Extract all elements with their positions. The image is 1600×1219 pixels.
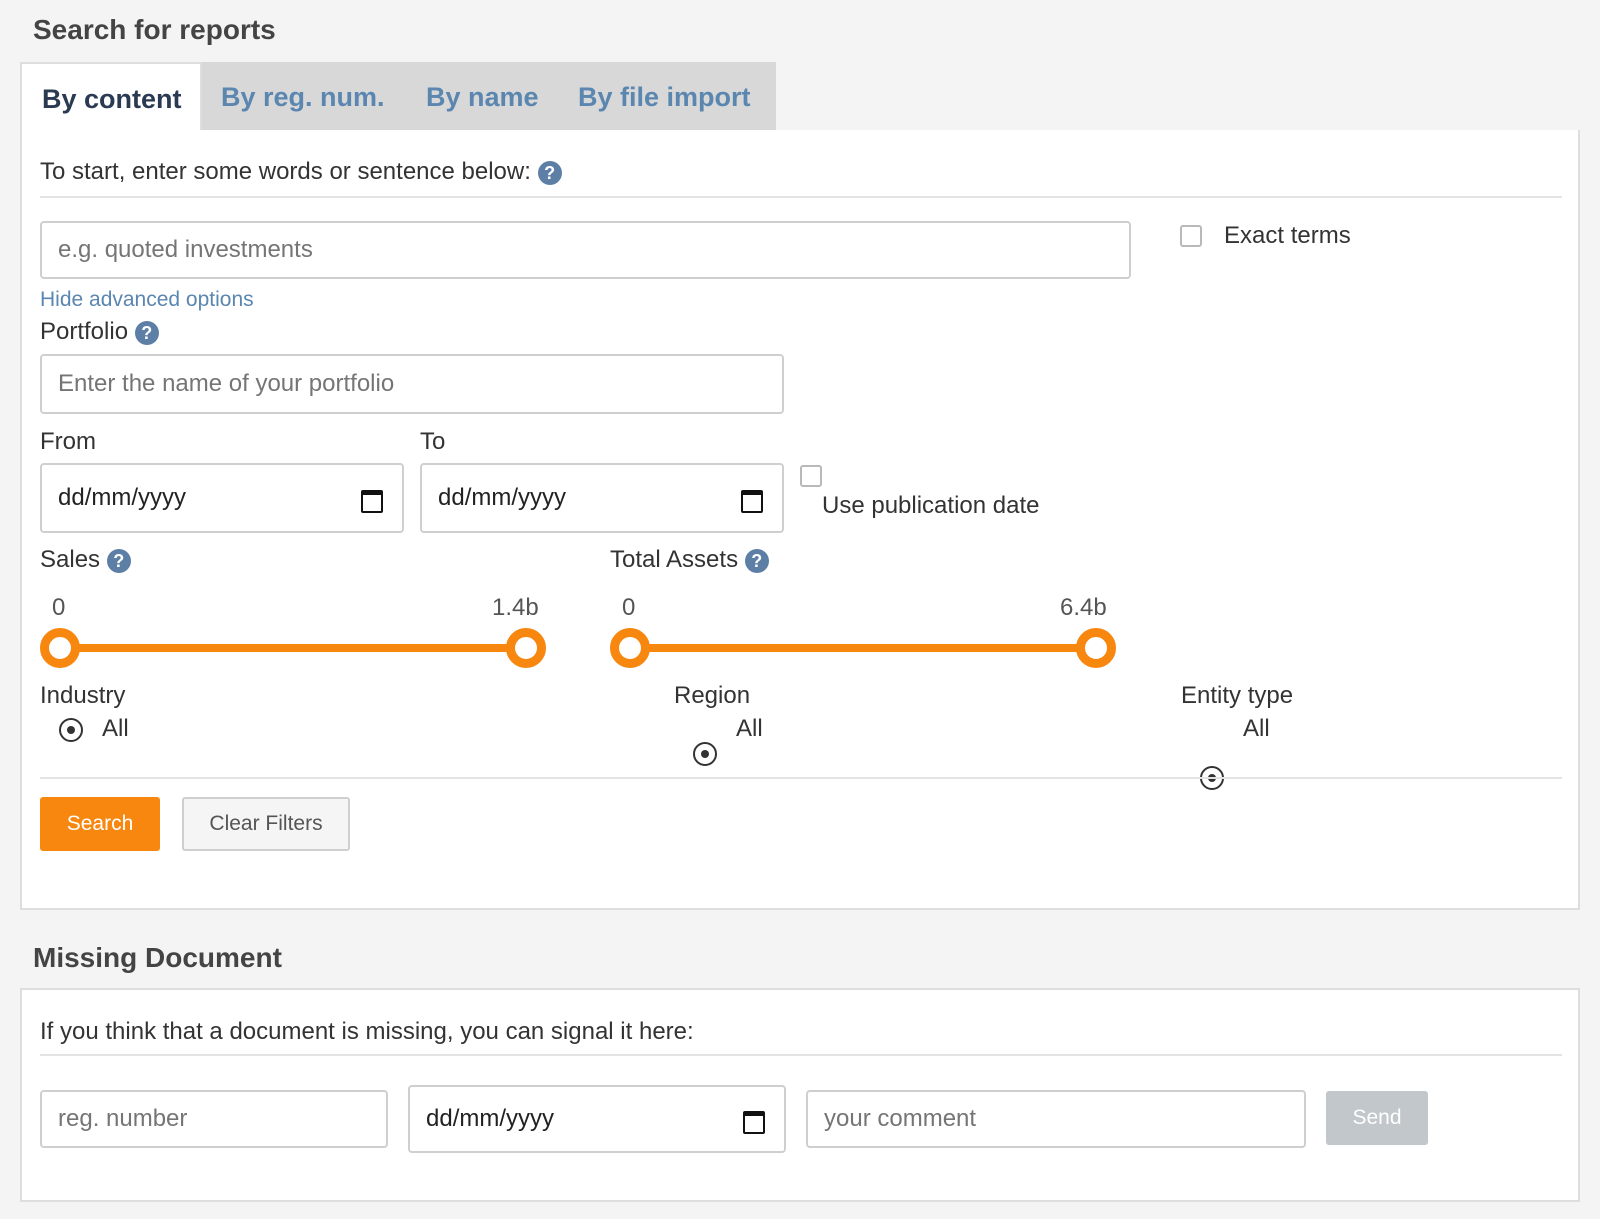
to-label: To xyxy=(420,428,446,455)
tab-by-file-import[interactable]: By file import xyxy=(578,62,751,132)
search-intro-text: To start, enter some words or sentence b… xyxy=(40,158,531,185)
search-section-title: Search for reports xyxy=(33,14,276,45)
from-date-value: dd/mm/yyyy xyxy=(58,484,187,511)
to-date-input[interactable]: dd/mm/yyyy xyxy=(420,463,784,533)
divider xyxy=(40,196,1562,198)
total-assets-label: Total Assets xyxy=(610,546,739,573)
comment-input[interactable] xyxy=(806,1090,1306,1148)
sales-slider-track[interactable] xyxy=(60,644,526,652)
industry-all-label: All xyxy=(102,715,129,742)
industry-all-radio[interactable] xyxy=(59,718,83,742)
from-label: From xyxy=(40,428,96,455)
missing-intro-text: If you think that a document is missing,… xyxy=(40,1018,694,1045)
help-icon[interactable]: ? xyxy=(744,548,769,573)
region-all-label: All xyxy=(736,715,763,742)
divider xyxy=(40,1054,1562,1056)
exact-terms-checkbox[interactable] xyxy=(1180,225,1202,247)
sales-label-row: Sales ? xyxy=(40,546,131,574)
divider xyxy=(40,777,1562,779)
from-date-input[interactable]: dd/mm/yyyy xyxy=(40,463,404,533)
total-assets-max-handle[interactable] xyxy=(1076,628,1116,668)
sales-min-handle[interactable] xyxy=(40,628,80,668)
sales-max-value: 1.4b xyxy=(492,594,539,621)
industry-label: Industry xyxy=(40,682,126,709)
missing-section-title: Missing Document xyxy=(33,942,282,973)
missing-date-input[interactable]: dd/mm/yyyy xyxy=(408,1085,786,1153)
missing-date-value: dd/mm/yyyy xyxy=(426,1105,555,1132)
send-button[interactable]: Send xyxy=(1326,1091,1428,1145)
hide-advanced-options-link[interactable]: Hide advanced options xyxy=(40,288,254,312)
portfolio-label: Portfolio xyxy=(40,318,129,345)
total-assets-label-row: Total Assets ? xyxy=(610,546,769,574)
help-icon[interactable]: ? xyxy=(134,320,159,345)
tab-by-name[interactable]: By name xyxy=(426,62,539,132)
region-all-radio[interactable] xyxy=(693,742,717,766)
portfolio-label-row: Portfolio ? xyxy=(40,318,159,346)
help-icon[interactable]: ? xyxy=(537,160,562,185)
region-label: Region xyxy=(674,682,751,709)
calendar-icon[interactable] xyxy=(360,487,383,513)
calendar-icon[interactable] xyxy=(742,1108,765,1134)
total-assets-min-handle[interactable] xyxy=(610,628,650,668)
search-button[interactable]: Search xyxy=(40,797,160,851)
to-date-value: dd/mm/yyyy xyxy=(438,484,567,511)
publication-date-checkbox[interactable] xyxy=(800,465,822,487)
publication-date-label: Use publication date xyxy=(822,492,1040,519)
sales-min-value: 0 xyxy=(52,594,66,621)
sales-label: Sales xyxy=(40,546,101,573)
calendar-icon[interactable] xyxy=(740,487,763,513)
total-assets-max-value: 6.4b xyxy=(1060,594,1107,621)
entity-type-label: Entity type xyxy=(1181,682,1294,709)
entity-type-all-label: All xyxy=(1243,715,1270,742)
reg-number-input[interactable] xyxy=(40,1090,388,1148)
total-assets-slider-track[interactable] xyxy=(630,644,1096,652)
search-intro: To start, enter some words or sentence b… xyxy=(40,158,562,186)
tab-by-reg-num[interactable]: By reg. num. xyxy=(221,62,385,132)
query-input[interactable] xyxy=(40,221,1131,279)
exact-terms-label: Exact terms xyxy=(1224,222,1351,249)
sales-max-handle[interactable] xyxy=(506,628,546,668)
clear-filters-button[interactable]: Clear Filters xyxy=(182,797,350,851)
total-assets-min-value: 0 xyxy=(622,594,636,621)
portfolio-input[interactable] xyxy=(40,354,784,414)
help-icon[interactable]: ? xyxy=(106,548,131,573)
tab-by-content[interactable]: By content xyxy=(20,62,202,132)
